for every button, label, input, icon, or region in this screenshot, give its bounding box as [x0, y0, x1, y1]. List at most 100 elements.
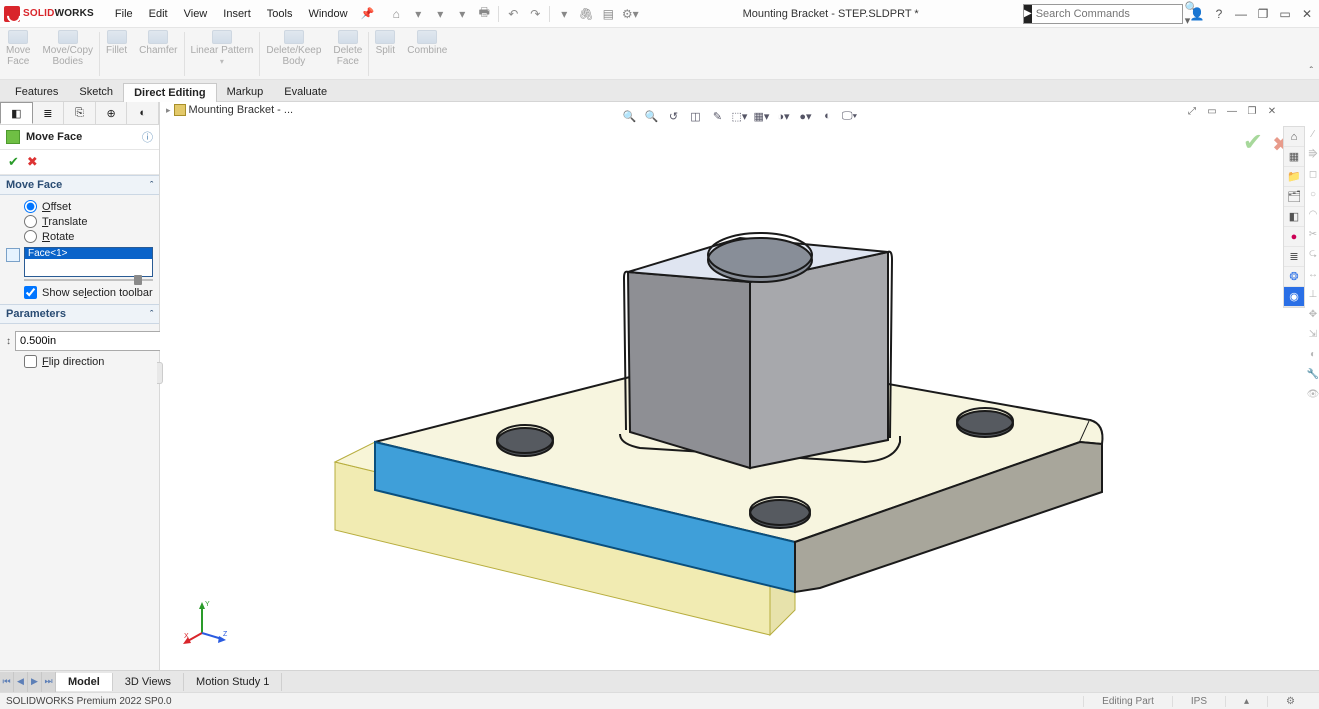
select-tool-icon[interactable]: ⭆ [1307, 146, 1319, 162]
repair-tool-icon[interactable]: 🔧 [1307, 366, 1319, 382]
quickview-tool-icon[interactable]: 👁 [1307, 386, 1319, 402]
menu-window[interactable]: Window [301, 4, 354, 24]
taskpane-view-palette-icon[interactable]: ◧ [1284, 207, 1304, 227]
tab-nav-first[interactable]: ⏮ [0, 672, 14, 692]
selection-list[interactable]: Face<1> [24, 247, 153, 277]
panel-flyout-handle[interactable] [157, 362, 163, 384]
tab-features[interactable]: Features [4, 82, 69, 101]
view-settings-icon[interactable]: 🖵▾ [842, 108, 858, 124]
doc-tab-model[interactable]: Model [56, 673, 113, 691]
mirror-tool-icon[interactable]: ⮎ [1307, 246, 1319, 262]
selection-item[interactable]: Face<1> [25, 248, 152, 259]
pm-help-icon[interactable]: ⓘ [142, 129, 153, 145]
checkbox-flip-direction[interactable]: Flip direction [24, 354, 153, 369]
viewport-max-icon[interactable]: ❐ [1245, 104, 1259, 118]
collapse-ribbon-icon[interactable]: ˆ [1310, 66, 1313, 77]
ribbon-move-face[interactable]: Move Face [0, 30, 36, 78]
circle-tool-icon[interactable]: ○ [1307, 186, 1319, 202]
previous-view-icon[interactable]: ↺ [666, 108, 682, 124]
taskpane-file-explorer-icon[interactable]: 🗂 [1284, 187, 1304, 207]
checkbox-show-selection-toolbar[interactable]: Show selection toolbar [24, 285, 153, 300]
tab-nav-next[interactable]: ▶ [28, 672, 42, 692]
ok-button[interactable]: ✔ [8, 154, 19, 170]
viewport-min-icon[interactable]: — [1225, 104, 1239, 118]
ribbon-chamfer[interactable]: Chamfer [133, 30, 183, 78]
section-view-icon[interactable]: ◫ [688, 108, 704, 124]
ribbon-delete-keep-body[interactable]: Delete/Keep Body [260, 30, 327, 78]
rebuild-icon[interactable]: ▤ [600, 6, 616, 22]
menu-file[interactable]: File [108, 4, 140, 24]
viewport-minimize-icon[interactable]: ▭ [1205, 104, 1219, 118]
tab-nav-prev[interactable]: ◀ [14, 672, 28, 692]
search-commands[interactable]: ▶ 🔍▾ [1023, 4, 1183, 24]
distance-input[interactable] [16, 332, 166, 350]
move-tool-icon[interactable]: ✥ [1307, 306, 1319, 322]
line-tool-icon[interactable]: ∕ [1307, 126, 1319, 142]
menu-insert[interactable]: Insert [216, 4, 258, 24]
tab-nav-last[interactable]: ⏭ [42, 672, 56, 692]
options-icon[interactable]: ⚙▾ [622, 6, 638, 22]
select-icon[interactable]: ▾ [556, 6, 572, 22]
section-move-face[interactable]: Move Faceˆ [0, 175, 159, 195]
hide-show-icon[interactable]: ◑▾ [776, 108, 792, 124]
section-parameters[interactable]: Parametersˆ [0, 304, 159, 324]
apply-scene-icon[interactable]: ◐ [820, 108, 836, 124]
tab-sketch[interactable]: Sketch [68, 82, 124, 101]
tab-direct-editing[interactable]: Direct Editing [123, 83, 217, 102]
login-icon[interactable]: 👤 [1189, 6, 1205, 22]
home-icon[interactable]: ⌂ [388, 6, 404, 22]
doc-tab-3d-views[interactable]: 3D Views [113, 673, 184, 691]
dimension-tool-icon[interactable]: ↔ [1307, 266, 1319, 282]
help-icon[interactable]: ? [1211, 6, 1227, 22]
status-units[interactable]: IPS [1172, 696, 1225, 707]
sketch-tool-icon[interactable]: ◻ [1307, 166, 1319, 182]
taskpane-properties-icon[interactable]: ≣ [1284, 247, 1304, 267]
taskpane-design-library-icon[interactable]: 📁 [1284, 167, 1304, 187]
taskpane-appearances-icon[interactable]: ● [1284, 227, 1304, 247]
zoom-area-icon[interactable]: 🔍 [644, 108, 660, 124]
model-view[interactable] [240, 142, 1140, 662]
featuremanager-tab[interactable]: ◧ [0, 102, 33, 124]
menu-tools[interactable]: Tools [260, 4, 300, 24]
taskpane-forum-icon[interactable]: ❂ [1284, 267, 1304, 287]
redo-icon[interactable]: ↷ [527, 6, 543, 22]
minimize-button[interactable]: — [1233, 6, 1249, 22]
ribbon-move-copy-bodies[interactable]: Move/Copy Bodies [36, 30, 99, 78]
dynamic-annotation-icon[interactable]: ✎ [710, 108, 726, 124]
viewport-expand-icon[interactable]: ⤢ [1185, 104, 1199, 118]
viewport-close-icon[interactable]: ✕ [1265, 104, 1279, 118]
taskpane-home-icon[interactable]: ⌂ [1284, 127, 1304, 147]
breadcrumb-item[interactable]: Mounting Bracket - ... [189, 104, 294, 116]
selection-slider[interactable] [24, 279, 153, 281]
display-tab[interactable]: ◐ [127, 102, 159, 124]
edit-appearance-icon[interactable]: ●▾ [798, 108, 814, 124]
view-orientation-icon[interactable]: ⬚▾ [732, 108, 748, 124]
status-expand-icon[interactable]: ▴ [1225, 696, 1267, 707]
display-style-icon[interactable]: ▦▾ [754, 108, 770, 124]
save-icon[interactable]: ▾ [454, 6, 470, 22]
radio-offset[interactable]: Offset [24, 199, 153, 214]
radio-translate[interactable]: Translate [24, 214, 153, 229]
propertymanager-tab[interactable]: ≣ [33, 102, 65, 124]
configurationmanager-tab[interactable]: ⎘ [64, 102, 96, 124]
confirm-feature-icon[interactable]: ✔ [1243, 128, 1263, 157]
attach-icon[interactable]: 🖇 [578, 6, 594, 22]
dimxpert-tab[interactable]: ⊕ [96, 102, 128, 124]
ribbon-split[interactable]: Split [369, 30, 401, 78]
pin-menubar-icon[interactable]: 📌 [361, 7, 375, 20]
status-settings-icon[interactable]: ⚙ [1267, 696, 1313, 707]
offset-tool-icon[interactable]: ⇲ [1307, 326, 1319, 342]
ribbon-delete-face[interactable]: Delete Face [327, 30, 368, 78]
search-input[interactable] [1032, 8, 1182, 20]
cancel-button[interactable]: ✖ [27, 154, 38, 170]
relations-tool-icon[interactable]: ⊥ [1307, 286, 1319, 302]
undo-icon[interactable]: ↶ [505, 6, 521, 22]
fillet-tool-icon[interactable]: ◠ [1307, 206, 1319, 222]
ribbon-fillet[interactable]: Fillet [100, 30, 133, 78]
doc-tab-motion-study[interactable]: Motion Study 1 [184, 673, 282, 691]
print-icon[interactable]: 🖶 [476, 6, 492, 22]
taskpane-resources-icon[interactable]: ▦ [1284, 147, 1304, 167]
zoom-fit-icon[interactable]: 🔍 [622, 108, 638, 124]
view-triad[interactable]: Y X Z [182, 598, 232, 648]
menu-view[interactable]: View [177, 4, 215, 24]
